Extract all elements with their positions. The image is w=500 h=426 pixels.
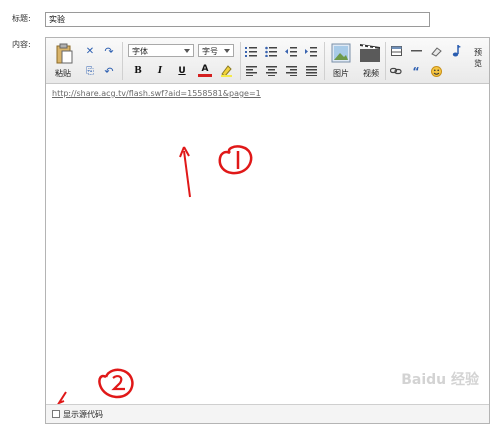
toolbar-separator <box>240 42 241 80</box>
align-center-icon <box>265 66 277 76</box>
font-family-select[interactable]: 字体 <box>128 44 194 57</box>
unordered-list-icon <box>265 46 277 57</box>
bold-button[interactable]: B <box>132 65 144 77</box>
editor-footer: 显示源代码 <box>46 404 489 423</box>
ordered-list-button[interactable] <box>245 45 257 57</box>
cut-button[interactable]: ✕ <box>84 45 96 57</box>
paste-label: 粘贴 <box>55 69 71 78</box>
annotation-overlay-two <box>56 368 134 405</box>
italic-button[interactable]: I <box>154 65 166 77</box>
font-size-select[interactable]: 字号 <box>198 44 234 57</box>
insert-music-button[interactable] <box>450 44 462 57</box>
link-icon <box>390 67 402 75</box>
toolbar-separator <box>324 42 325 80</box>
indent-icon <box>305 46 317 56</box>
justify-icon <box>305 66 317 76</box>
insert-table-button[interactable] <box>390 45 402 57</box>
preview-button[interactable]: 预览 <box>474 47 489 69</box>
ordered-list-icon <box>245 46 257 57</box>
video-icon <box>360 44 380 62</box>
undo-button[interactable]: ↶ <box>103 65 115 78</box>
underline-button[interactable]: U <box>176 65 188 77</box>
title-input[interactable] <box>45 12 430 27</box>
chevron-down-icon <box>224 49 230 53</box>
align-center-button[interactable] <box>265 65 277 77</box>
rich-text-editor: 粘贴 ✕ ⎘ ↷ ↶ 字体 字号 B I U A 图片 视频 “ 预览 http… <box>45 37 490 424</box>
quote-icon: “ <box>412 64 420 78</box>
outdent-button[interactable] <box>285 45 297 57</box>
image-icon <box>331 43 351 63</box>
annotation-arrow-small <box>56 391 67 405</box>
toolbar-separator <box>122 42 123 80</box>
annotation-circle-two <box>98 368 134 399</box>
editor-content-area[interactable]: http://share.acg.tv/flash.swf?aid=155858… <box>46 85 489 405</box>
unordered-list-button[interactable] <box>265 45 277 57</box>
indent-button[interactable] <box>305 45 317 57</box>
font-color-button[interactable]: A <box>198 64 212 77</box>
watermark: Baidu 经验 <box>401 372 479 388</box>
horizontal-rule-icon <box>410 50 422 52</box>
copy-button[interactable]: ⎘ <box>84 65 96 77</box>
outdent-icon <box>285 46 297 56</box>
align-left-button[interactable] <box>245 65 257 77</box>
insert-image-button[interactable] <box>330 42 352 64</box>
chevron-down-icon <box>184 49 190 53</box>
editor-toolbar: 粘贴 ✕ ⎘ ↷ ↶ 字体 字号 B I U A 图片 视频 “ 预览 <box>46 38 489 84</box>
title-label: 标题: <box>12 14 31 23</box>
eraser-icon <box>430 46 442 57</box>
annotation-digit-two <box>111 375 125 391</box>
justify-button[interactable] <box>305 65 317 77</box>
toolbar-separator <box>385 42 386 80</box>
show-source-checkbox[interactable] <box>52 410 60 418</box>
insert-link-button[interactable] <box>390 65 402 77</box>
font-family-value: 字体 <box>132 47 148 56</box>
smiley-icon <box>430 65 442 77</box>
paste-icon <box>56 43 73 64</box>
paste-button[interactable] <box>52 42 76 66</box>
quote-button[interactable]: “ <box>410 64 422 78</box>
horizontal-rule-button[interactable] <box>410 45 422 57</box>
insert-video-button[interactable] <box>359 42 381 64</box>
highlight-icon <box>220 65 232 77</box>
image-label: 图片 <box>333 69 349 78</box>
redo-button[interactable]: ↷ <box>103 45 115 58</box>
content-label: 内容: <box>12 40 31 49</box>
video-label: 视频 <box>363 69 379 78</box>
clear-format-button[interactable] <box>430 45 442 57</box>
emoticon-button[interactable] <box>430 65 442 77</box>
music-note-icon <box>452 44 461 56</box>
align-right-icon <box>285 66 297 76</box>
table-icon <box>390 46 402 56</box>
highlight-button[interactable] <box>219 64 233 77</box>
align-left-icon <box>245 66 257 76</box>
align-right-button[interactable] <box>285 65 297 77</box>
font-size-value: 字号 <box>202 47 218 56</box>
show-source-label[interactable]: 显示源代码 <box>63 409 103 420</box>
